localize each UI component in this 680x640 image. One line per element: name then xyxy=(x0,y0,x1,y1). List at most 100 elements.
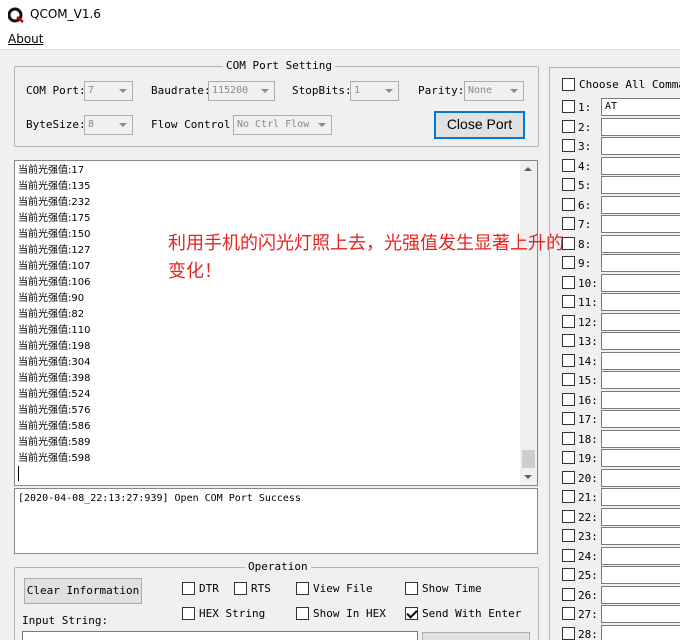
input-string-field[interactable] xyxy=(22,631,418,640)
command-input[interactable] xyxy=(601,254,680,272)
command-number: 28: xyxy=(578,627,598,640)
command-input[interactable] xyxy=(601,234,680,253)
scroll-up-icon[interactable] xyxy=(520,161,537,178)
command-checkbox[interactable] xyxy=(562,217,575,230)
command-row: 22: xyxy=(550,507,680,527)
log-scrollbar[interactable] xyxy=(520,161,537,485)
command-input[interactable] xyxy=(601,156,680,175)
command-input[interactable] xyxy=(601,371,680,389)
command-row: 18: xyxy=(550,429,680,449)
command-checkbox[interactable] xyxy=(562,587,575,601)
command-checkbox[interactable] xyxy=(562,529,575,542)
rts-label: RTS xyxy=(251,582,271,595)
command-input[interactable] xyxy=(601,546,680,565)
command-checkbox[interactable] xyxy=(562,548,575,562)
command-input[interactable] xyxy=(601,605,680,623)
command-checkbox[interactable] xyxy=(562,568,575,581)
command-input[interactable] xyxy=(601,273,680,292)
command-input[interactable] xyxy=(601,351,680,370)
stopbits-select[interactable]: 1 xyxy=(350,81,399,101)
bytesize-select[interactable]: 8 xyxy=(84,115,133,135)
dtr-checkbox[interactable] xyxy=(182,582,195,595)
scroll-down-icon[interactable] xyxy=(520,468,537,485)
status-log[interactable]: [2020-04-08_22:13:27:939] Open COM Port … xyxy=(14,488,538,554)
flow-control-select[interactable]: No Ctrl Flow xyxy=(233,115,332,135)
command-row: 20: xyxy=(550,468,680,488)
command-input[interactable] xyxy=(601,507,680,526)
command-checkbox[interactable] xyxy=(562,236,575,250)
command-panel: Choose All Comman 1: AT 2: 3: 4: 5: 6: 7: 8: 9: 10… xyxy=(549,67,680,640)
command-input[interactable] xyxy=(601,468,680,487)
command-input[interactable] xyxy=(601,585,680,604)
command-checkbox[interactable] xyxy=(562,139,575,152)
send-with-enter-checkbox[interactable] xyxy=(405,607,418,620)
command-input[interactable] xyxy=(601,429,680,448)
command-number: 19: xyxy=(578,452,598,465)
clear-information-button[interactable]: Clear Information xyxy=(24,578,142,604)
command-input[interactable] xyxy=(601,624,680,640)
command-checkbox[interactable] xyxy=(562,373,575,386)
command-number: 4: xyxy=(578,159,592,173)
scroll-thumb[interactable] xyxy=(522,450,535,468)
command-checkbox[interactable] xyxy=(562,392,575,406)
command-checkbox[interactable] xyxy=(562,158,575,172)
command-checkbox[interactable] xyxy=(562,490,575,503)
command-checkbox[interactable] xyxy=(562,197,575,211)
chevron-down-icon xyxy=(314,116,331,134)
show-in-hex-checkbox[interactable] xyxy=(296,607,309,620)
rts-checkbox[interactable] xyxy=(234,582,247,595)
choose-all-checkbox[interactable] xyxy=(562,78,575,91)
command-checkbox[interactable] xyxy=(562,509,575,523)
command-checkbox[interactable] xyxy=(562,119,575,133)
show-in-hex-label: Show In HEX xyxy=(313,607,386,620)
command-checkbox[interactable] xyxy=(562,178,575,191)
show-time-checkbox[interactable] xyxy=(405,582,418,595)
command-input[interactable] xyxy=(601,312,680,331)
com-port-select[interactable]: 7 xyxy=(84,81,133,101)
command-checkbox[interactable] xyxy=(562,256,575,269)
command-input[interactable] xyxy=(601,176,680,194)
hex-string-checkbox[interactable] xyxy=(182,607,195,620)
command-row: 10: xyxy=(550,273,680,293)
command-number: 7: xyxy=(578,218,592,231)
log-line: 当前光强值:90 xyxy=(18,293,85,304)
command-checkbox[interactable] xyxy=(562,431,575,445)
command-number: 17: xyxy=(578,413,598,426)
command-checkbox[interactable] xyxy=(562,295,575,308)
command-checkbox[interactable] xyxy=(562,607,575,620)
command-checkbox[interactable] xyxy=(562,451,575,464)
command-input[interactable] xyxy=(601,449,680,467)
log-line: 当前光强值:398 xyxy=(18,373,91,384)
command-input[interactable] xyxy=(601,410,680,428)
command-input[interactable] xyxy=(601,566,680,584)
close-port-button[interactable]: Close Port xyxy=(434,111,525,139)
command-checkbox[interactable] xyxy=(562,626,575,640)
command-input[interactable] xyxy=(601,390,680,409)
log-line: 当前光强值:198 xyxy=(18,341,91,352)
command-number: 27: xyxy=(578,608,598,621)
send-button[interactable] xyxy=(422,632,530,640)
command-input[interactable] xyxy=(601,117,680,136)
command-input[interactable] xyxy=(601,527,680,545)
command-input[interactable] xyxy=(601,293,680,311)
command-checkbox[interactable] xyxy=(562,314,575,328)
parity-select[interactable]: None xyxy=(464,81,524,101)
command-checkbox[interactable] xyxy=(562,275,575,289)
command-input[interactable]: AT xyxy=(601,98,680,116)
command-input[interactable] xyxy=(601,215,680,233)
command-checkbox[interactable] xyxy=(562,353,575,367)
receive-log[interactable]: 当前光强值:17 当前光强值:135 当前光强值:232 当前光强值:175 当前光强值… xyxy=(14,160,538,486)
command-input[interactable] xyxy=(601,488,680,506)
command-input[interactable] xyxy=(601,137,680,155)
command-input[interactable] xyxy=(601,195,680,214)
command-number: 1: xyxy=(578,101,592,114)
command-row: 9: xyxy=(550,254,680,273)
menu-about[interactable]: About xyxy=(8,32,43,46)
command-checkbox[interactable] xyxy=(562,100,575,113)
command-checkbox[interactable] xyxy=(562,412,575,425)
baudrate-select[interactable]: 115200 xyxy=(208,81,275,101)
command-checkbox[interactable] xyxy=(562,334,575,347)
command-checkbox[interactable] xyxy=(562,470,575,484)
view-file-checkbox[interactable] xyxy=(296,582,309,595)
command-input[interactable] xyxy=(601,332,680,350)
